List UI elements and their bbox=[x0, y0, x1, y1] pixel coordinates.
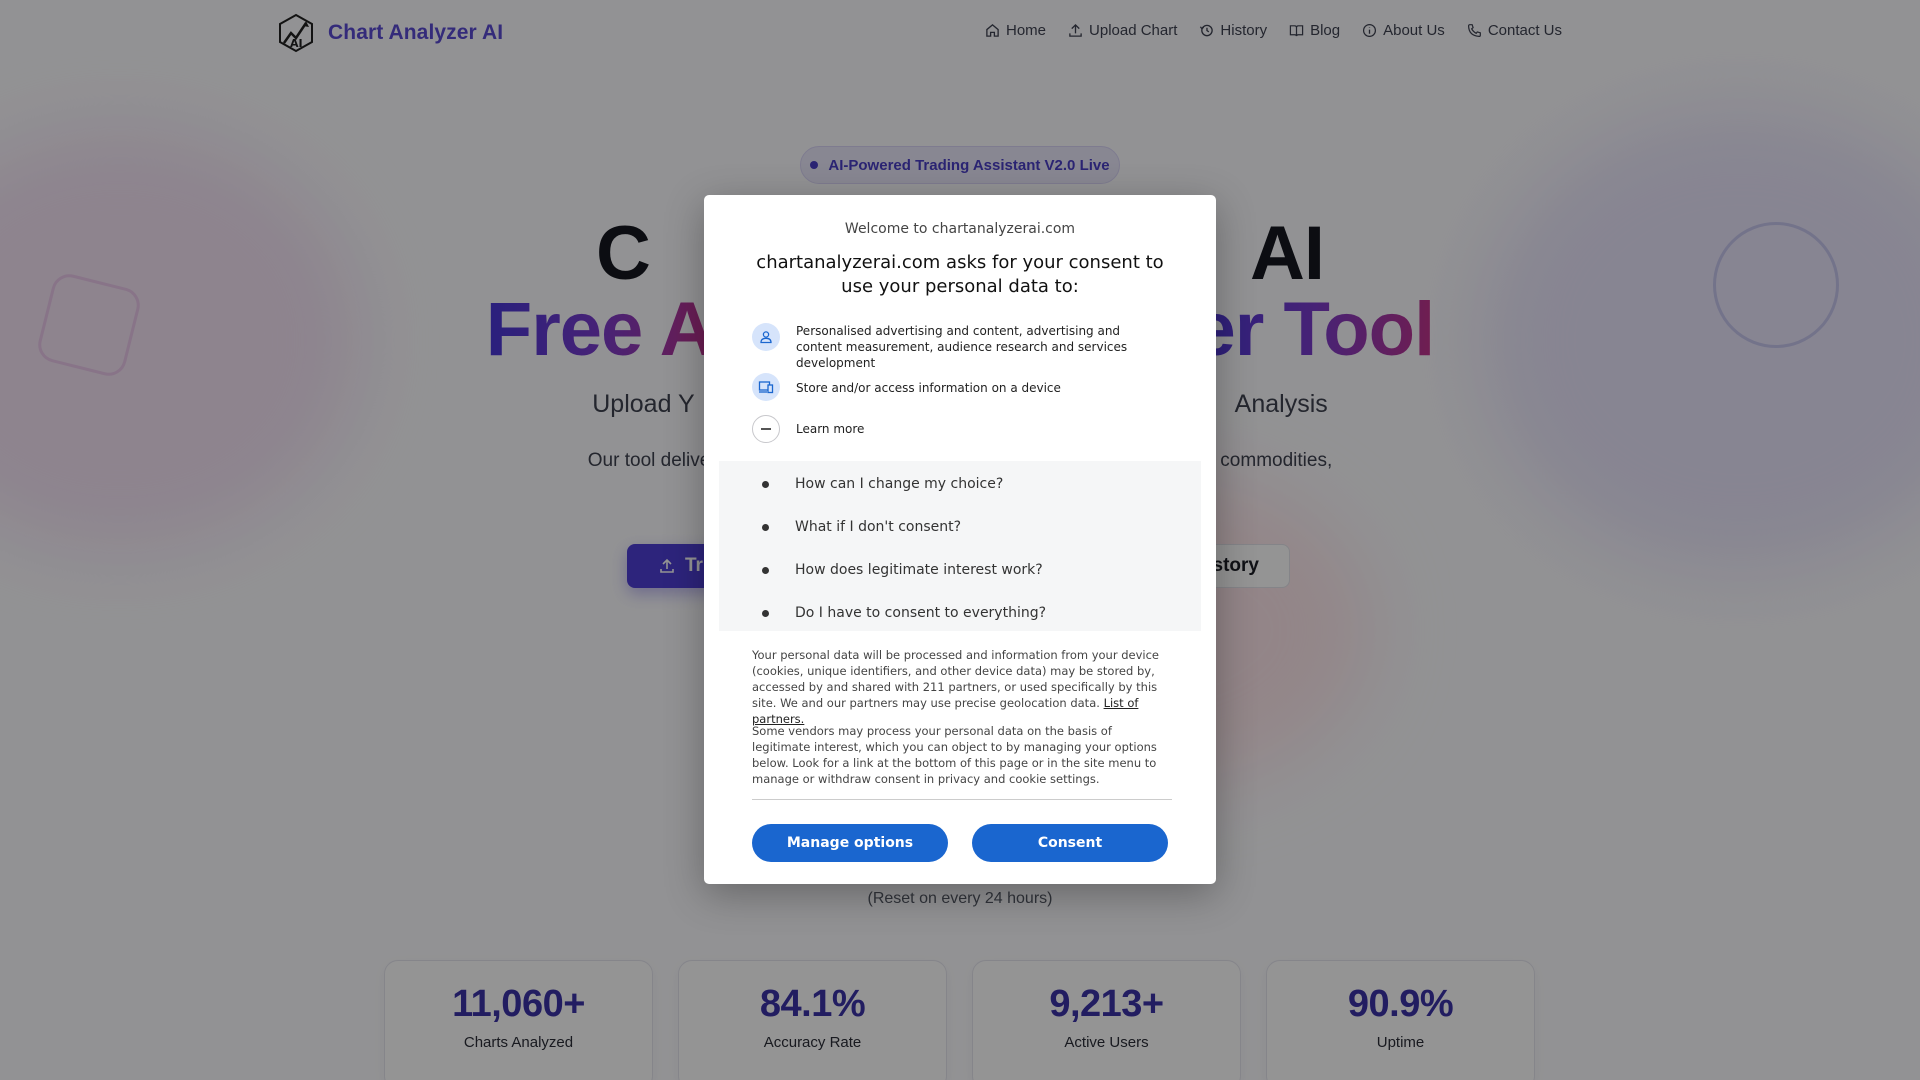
faq-question: What if I don't consent? bbox=[795, 519, 962, 535]
faq-item[interactable]: How does legitimate interest work? bbox=[719, 549, 1201, 591]
faq-item[interactable]: How can I change my choice? bbox=[719, 463, 1201, 505]
consent-paragraph-1: Your personal data will be processed and… bbox=[752, 647, 1172, 727]
learn-more-label: Learn more bbox=[796, 422, 865, 436]
consent-welcome: Welcome to chartanalyzerai.com bbox=[844, 221, 1076, 237]
bullet-icon bbox=[762, 480, 769, 488]
faq-question: Do I have to consent to everything? bbox=[795, 605, 1047, 621]
collapse-icon bbox=[752, 415, 780, 443]
bullet-icon bbox=[762, 523, 769, 531]
person-icon bbox=[752, 323, 780, 351]
consent-title: chartanalyzerai.com asks for your consen… bbox=[756, 252, 1164, 297]
consent-dialog: Welcome to chartanalyzerai.com chartanal… bbox=[704, 195, 1216, 884]
consent-paragraph-1-text: Your personal data will be processed and… bbox=[752, 648, 1160, 710]
consent-button[interactable]: Consent bbox=[972, 824, 1168, 862]
faq-question: How can I change my choice? bbox=[795, 476, 1004, 492]
faq-item[interactable]: What if I don't consent? bbox=[719, 506, 1201, 548]
bullet-icon bbox=[762, 609, 769, 617]
divider bbox=[752, 799, 1172, 800]
consent-paragraph-2: Some vendors may process your personal d… bbox=[752, 724, 1157, 786]
device-icon bbox=[752, 373, 780, 401]
bullet-icon bbox=[762, 566, 769, 574]
consent-purpose-device: Store and/or access information on a dev… bbox=[752, 373, 1166, 401]
faq-item[interactable]: Do I have to consent to everything? bbox=[719, 592, 1201, 634]
consent-purpose-text: Store and/or access information on a dev… bbox=[796, 381, 1061, 395]
manage-options-button[interactable]: Manage options bbox=[752, 824, 948, 862]
consent-faq-list: How can I change my choice? What if I do… bbox=[719, 461, 1201, 631]
consent-purpose-advertising: Personalised advertising and content, ad… bbox=[752, 323, 1166, 371]
consent-purpose-text: Personalised advertising and content, ad… bbox=[796, 324, 1128, 370]
learn-more-toggle[interactable]: Learn more bbox=[752, 415, 864, 443]
faq-question: How does legitimate interest work? bbox=[795, 562, 1043, 578]
